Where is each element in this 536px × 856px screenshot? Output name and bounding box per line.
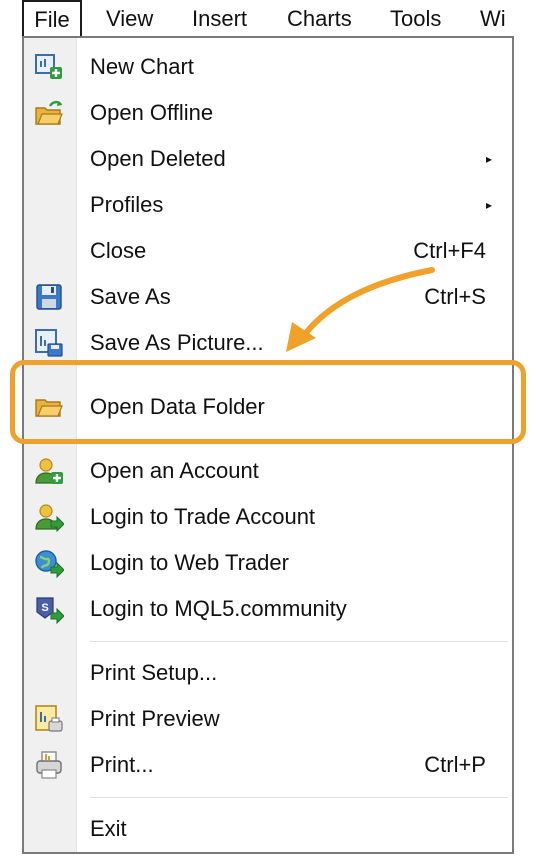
file-menu-dropdown: New Chart Open Offline Open Deleted ▸ Pr… xyxy=(22,36,514,854)
menu-item-label: Save As xyxy=(90,284,171,309)
svg-text:S: S xyxy=(41,602,48,614)
menu-item-open-account[interactable]: Open an Account xyxy=(24,448,512,494)
open-offline-icon xyxy=(35,100,63,125)
menu-item-open-deleted[interactable]: Open Deleted ▸ xyxy=(24,136,512,182)
menu-item-print[interactable]: Print... Ctrl+P xyxy=(24,742,512,788)
menu-charts[interactable]: Charts xyxy=(287,0,352,38)
menu-item-close[interactable]: Close Ctrl+F4 xyxy=(24,228,512,274)
shortcut-label: Ctrl+S xyxy=(424,284,486,309)
shortcut-label: Ctrl+F4 xyxy=(413,238,486,263)
highlight-box xyxy=(10,360,526,444)
menu-item-label: Open Deleted xyxy=(90,146,226,171)
menu-item-label: Login to Web Trader xyxy=(90,550,289,575)
login-web-icon xyxy=(35,550,64,578)
login-trade-icon xyxy=(35,504,64,532)
menu-item-label: Open an Account xyxy=(90,458,259,483)
menu-separator xyxy=(90,797,508,798)
menu-tools[interactable]: Tools xyxy=(390,0,441,38)
open-account-icon xyxy=(35,458,63,484)
menu-file[interactable]: File xyxy=(22,0,82,38)
menu-item-print-preview[interactable]: Print Preview xyxy=(24,696,512,742)
menu-item-label: Print... xyxy=(90,752,154,777)
menu-item-login-web[interactable]: Login to Web Trader xyxy=(24,540,512,586)
menu-item-label: Close xyxy=(90,238,147,263)
login-mql5-icon: S xyxy=(36,597,64,624)
menu-item-label: Exit xyxy=(90,816,127,841)
menu-item-label: Print Preview xyxy=(90,706,220,731)
shortcut-label: Ctrl+P xyxy=(424,752,486,777)
new-chart-icon xyxy=(35,54,62,79)
save-icon xyxy=(36,284,62,310)
menu-item-label: Login to Trade Account xyxy=(90,504,316,529)
menu-separator xyxy=(90,641,508,642)
menu-view[interactable]: View xyxy=(106,0,153,38)
submenu-arrow-icon: ▸ xyxy=(485,198,492,212)
menu-item-label: Profiles xyxy=(90,192,164,217)
menu-item-label: Open Offline xyxy=(90,100,214,125)
save-picture-icon xyxy=(35,329,63,357)
print-icon xyxy=(36,751,62,779)
menu-item-save-as[interactable]: Save As Ctrl+S xyxy=(24,274,512,320)
menu-item-profiles[interactable]: Profiles ▸ xyxy=(24,182,512,228)
menu-insert[interactable]: Insert xyxy=(192,0,247,38)
menu-item-print-setup[interactable]: Print Setup... xyxy=(24,650,512,696)
menu-window[interactable]: Wi xyxy=(480,0,506,38)
menu-item-login-mql5[interactable]: S Login to MQL5.community xyxy=(24,586,512,632)
menu-item-login-trade[interactable]: Login to Trade Account xyxy=(24,494,512,540)
submenu-arrow-icon: ▸ xyxy=(485,152,492,166)
menu-item-new-chart[interactable]: New Chart xyxy=(24,44,512,90)
menu-item-label: New Chart xyxy=(90,54,194,79)
menu-item-exit[interactable]: Exit xyxy=(24,806,512,852)
menu-item-label: Print Setup... xyxy=(90,660,218,685)
print-preview-icon xyxy=(35,705,63,732)
menu-item-open-offline[interactable]: Open Offline xyxy=(24,90,512,136)
menu-bar: File View Insert Charts Tools Wi xyxy=(0,0,536,38)
menu-item-label: Login to MQL5.community xyxy=(90,596,347,621)
